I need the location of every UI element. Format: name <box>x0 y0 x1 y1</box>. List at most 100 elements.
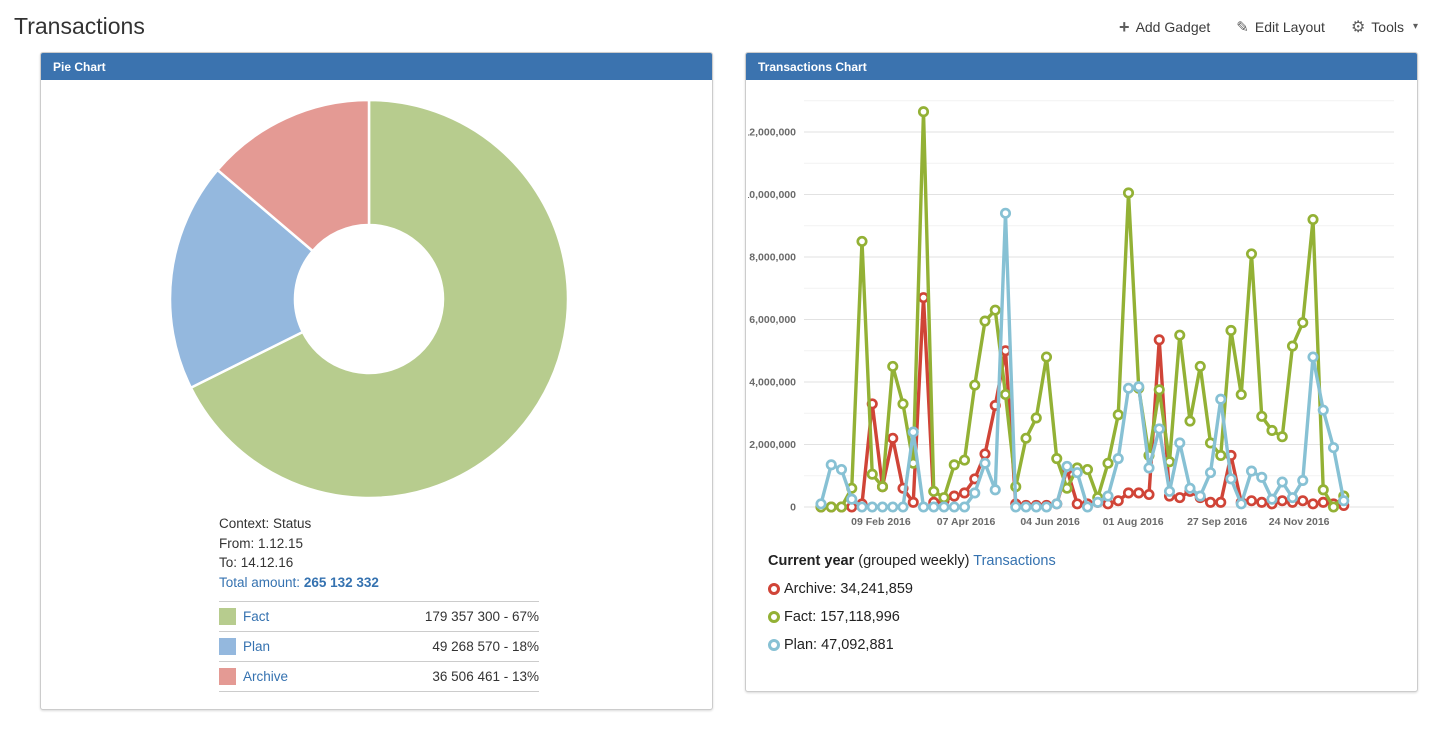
data-point-fact <box>1186 417 1194 425</box>
data-point-plan <box>889 503 897 511</box>
data-point-archive <box>909 498 917 506</box>
data-point-plan <box>1012 503 1020 511</box>
transactions-chart-gadget: Transactions Chart 02,000,0004,000,0006,… <box>745 52 1418 692</box>
add-gadget-label: Add Gadget <box>1136 19 1211 35</box>
tools-menu-button[interactable]: ⚙ Tools ▾ <box>1351 17 1418 37</box>
data-point-plan <box>1032 503 1040 511</box>
data-point-plan <box>1083 503 1091 511</box>
data-point-fact <box>1176 331 1184 339</box>
data-point-archive <box>1258 498 1266 506</box>
data-point-plan <box>1217 395 1225 403</box>
pie-context-line: Context: Status <box>219 514 712 534</box>
data-point-plan <box>981 459 989 467</box>
page-title: Transactions <box>14 13 145 40</box>
data-point-fact <box>1288 342 1296 350</box>
data-point-archive <box>919 293 927 301</box>
data-point-archive <box>1278 497 1286 505</box>
pie-legend-row: Plan 49 268 570 - 18% <box>219 631 539 661</box>
data-point-plan <box>1063 462 1071 470</box>
pie-legend-value: 49 268 570 - 18% <box>432 639 539 654</box>
pie-from-line: From: 1.12.15 <box>219 534 712 554</box>
data-point-fact <box>1217 451 1225 459</box>
data-point-plan <box>1176 439 1184 447</box>
pie-legend-row: Fact179 357 300 - 67% <box>219 601 539 631</box>
chart-gadget-title: Transactions Chart <box>758 60 867 74</box>
data-point-fact <box>1196 362 1204 370</box>
series-legend-row: Archive: 34,241,859 <box>768 581 1417 597</box>
data-point-fact <box>981 317 989 325</box>
data-point-plan <box>1329 443 1337 451</box>
pie-gadget-header[interactable]: Pie Chart <box>41 53 712 80</box>
data-point-archive <box>1206 498 1214 506</box>
x-axis-tick-label: 04 Jun 2016 <box>1020 516 1080 528</box>
dashboard: Pie Chart Context: Status From: 1.12.15 … <box>0 50 1438 722</box>
y-axis-tick-label: 8,000,000 <box>749 252 796 264</box>
data-point-plan <box>848 495 856 503</box>
data-point-plan <box>1288 493 1296 501</box>
data-point-archive <box>950 492 958 500</box>
pie-total-value: 265 132 332 <box>304 575 379 590</box>
data-point-fact <box>1329 503 1337 511</box>
pie-gadget-body: Context: Status From: 1.12.15 To: 14.12.… <box>41 80 712 708</box>
data-point-archive <box>1217 498 1225 506</box>
pie-total-label: Total amount: <box>219 575 300 590</box>
data-point-plan <box>837 465 845 473</box>
add-gadget-button[interactable]: + Add Gadget <box>1119 18 1210 36</box>
x-axis-tick-label: 09 Feb 2016 <box>851 516 911 528</box>
data-point-plan <box>1186 484 1194 492</box>
data-point-fact <box>1268 426 1276 434</box>
x-axis-tick-label: 24 Nov 2016 <box>1269 516 1330 528</box>
data-point-fact <box>1042 353 1050 361</box>
caret-down-icon: ▾ <box>1413 21 1418 32</box>
line-chart: 02,000,0004,000,0006,000,0008,000,00010,… <box>748 88 1408 536</box>
data-point-plan <box>817 500 825 508</box>
data-point-plan <box>878 503 886 511</box>
data-point-fact <box>930 487 938 495</box>
data-point-plan <box>1104 492 1112 500</box>
data-point-fact <box>1001 390 1009 398</box>
data-point-plan <box>1268 495 1276 503</box>
chart-legend-note: (grouped weekly) <box>858 553 969 569</box>
tools-label: Tools <box>1371 19 1404 35</box>
data-point-archive <box>960 489 968 497</box>
pie-legend-label-link[interactable]: Archive <box>243 669 288 684</box>
data-point-fact <box>1032 414 1040 422</box>
data-point-archive <box>1073 500 1081 508</box>
data-point-fact <box>1247 250 1255 258</box>
transactions-link[interactable]: Transactions <box>973 553 1055 569</box>
data-point-plan <box>1206 468 1214 476</box>
pie-legend-row: Archive36 506 461 - 13% <box>219 661 539 692</box>
data-point-fact <box>899 400 907 408</box>
y-axis-tick-label: 0 <box>790 502 796 514</box>
series-legend-row: Fact: 157,118,996 <box>768 609 1417 625</box>
data-point-plan <box>1001 209 1009 217</box>
legend-swatch <box>219 638 236 655</box>
data-point-plan <box>1247 467 1255 475</box>
data-point-fact <box>1155 386 1163 394</box>
data-point-plan <box>971 489 979 497</box>
pie-to-line: To: 14.12.16 <box>219 553 712 573</box>
data-point-plan <box>827 461 835 469</box>
data-point-plan <box>1114 454 1122 462</box>
pie-legend-label-link[interactable]: Fact <box>243 609 269 624</box>
data-point-plan <box>1340 497 1348 505</box>
data-point-fact <box>1063 484 1071 492</box>
series-legend-text: Fact: 157,118,996 <box>784 609 900 625</box>
pie-legend-table: Fact179 357 300 - 67% Plan 49 268 570 - 18… <box>219 601 539 692</box>
data-point-fact <box>1022 434 1030 442</box>
series-ring-icon <box>768 611 780 623</box>
pencil-icon: ✎ <box>1236 18 1249 36</box>
chart-legend: Current year (grouped weekly) Transactio… <box>768 553 1417 653</box>
data-point-archive <box>1309 500 1317 508</box>
series-ring-icon <box>768 639 780 651</box>
data-point-fact <box>858 237 866 245</box>
pie-legend-label-link[interactable]: Plan <box>243 639 270 654</box>
edit-layout-button[interactable]: ✎ Edit Layout <box>1236 18 1325 36</box>
data-point-fact <box>919 107 927 115</box>
pie-gadget-title: Pie Chart <box>53 60 106 74</box>
data-point-plan <box>1042 503 1050 511</box>
data-point-archive <box>1176 493 1184 501</box>
data-point-archive <box>1114 497 1122 505</box>
chart-gadget-header[interactable]: Transactions Chart <box>746 53 1417 80</box>
data-point-plan <box>1124 384 1132 392</box>
